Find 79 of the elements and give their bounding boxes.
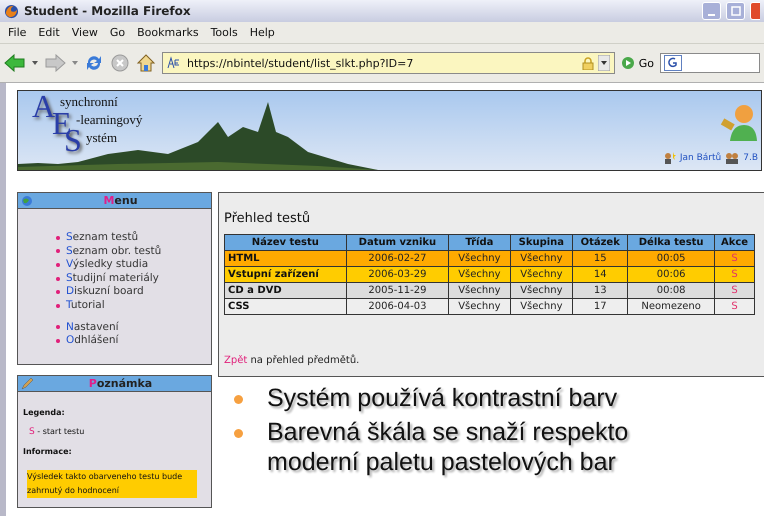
column-header: Skupina [510,234,573,250]
slide-text: Barevná škála se snaží respekto [267,417,628,447]
menu-link[interactable]: Diskuzní board [66,285,144,299]
bullet-icon [56,325,60,330]
user-icon [662,152,676,164]
dropdown-arrow-icon[interactable] [32,61,38,65]
search-field[interactable] [660,53,760,73]
address-field[interactable]: https://nbintel/student/list_slkt.php?ID=7 [162,52,615,74]
bullet-icon [56,290,60,294]
column-header: Datum vzniku [346,234,449,250]
logo-text: ystém [86,131,118,144]
menu-link[interactable]: Seznam obr. testů [66,244,162,258]
menu-item[interactable]: Edit [33,26,65,39]
table-cell: Všechny [448,298,510,314]
info-text: Výsledek takto obarveneho testu bude zahrnutý do hodnocení [27,470,197,498]
bullet-icon [56,338,60,343]
bullet-icon [56,262,60,267]
menu-link[interactable]: Tutorial [66,298,105,313]
table-cell: CSS [224,298,346,314]
close-button[interactable] [750,2,760,20]
class-name[interactable]: 7.B [743,153,758,163]
minimize-button[interactable] [702,2,721,20]
window-title: Student - Mozilla Firefox [24,4,191,18]
lock-icon [582,56,594,70]
menu-item[interactable]: Tools [206,26,243,39]
slide-text: moderní paletu pastelových bar [267,447,617,477]
legend-text: S - start testu [29,427,86,437]
info-label: Informace: [23,447,73,456]
menu-link[interactable]: Nastavení [66,320,119,334]
dropdown-arrow-icon[interactable] [598,55,610,71]
menu-link[interactable]: Studijní materiály [66,272,159,286]
maximize-button[interactable] [726,2,745,20]
start-link[interactable]: S [714,298,754,314]
bullet-icon [234,429,243,438]
legend-label: Legenda: [23,408,66,417]
group-icon [725,152,740,164]
search-engine-icon [664,55,682,71]
menu-link[interactable]: Odhlášení [66,334,118,348]
go-button[interactable]: Go [620,56,654,70]
back-icon[interactable] [4,53,26,73]
menu-item[interactable]: File [3,26,32,39]
user-name[interactable]: Jan Bártů [680,153,722,163]
table-cell: Všechny [510,298,573,314]
minimize-icon [708,14,715,16]
bullet-icon [56,276,60,281]
column-header: Akce [714,234,754,250]
slide-text: Systém používá kontrastní barv [267,383,618,413]
back-link[interactable]: Zpět [224,355,248,366]
forward-icon[interactable] [44,53,66,73]
home-icon[interactable] [136,53,156,73]
page-heading: Přehled testů [224,211,312,226]
browser-logo-icon [4,4,19,18]
menu-item[interactable]: Help [244,26,280,39]
logo-text: -learningový [76,113,142,126]
globe-icon [21,194,33,206]
menu-title: Menu [102,194,139,207]
play-icon [620,56,635,70]
bullet-icon [234,395,243,404]
menu-item[interactable]: Bookmarks [132,26,204,39]
table-cell: 17 [572,298,628,314]
menu-item[interactable]: Go [104,26,130,39]
menu-item[interactable]: View [66,26,103,39]
menu-link[interactable]: Seznam testů [66,231,138,245]
bullet-icon [56,236,60,240]
logo-text: synchronní [60,95,118,108]
note-title: Poznámka [88,377,154,390]
maximize-icon [730,6,740,16]
menu-link[interactable]: Výsledky studia [66,258,148,272]
table-cell: Neomezeno [628,298,715,314]
column-header: Otázek [572,234,628,250]
bullet-icon [56,304,60,308]
bullet-icon [56,249,60,254]
column-header: Třída [448,234,510,250]
user-avatar-icon [720,103,758,143]
column-header: Název testu [224,234,346,250]
back-text: Zpět na přehled předmětů. [224,355,360,366]
column-header: Délka testu [628,234,715,250]
table-cell: 2006-04-03 [346,298,449,314]
stop-icon[interactable] [110,53,130,73]
